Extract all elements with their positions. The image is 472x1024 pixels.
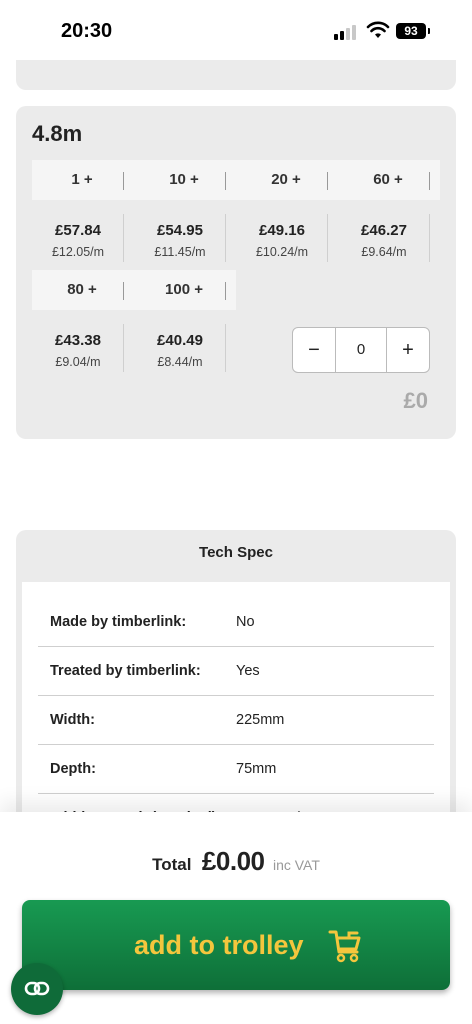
- tier-separator: [225, 172, 226, 190]
- link-icon: [24, 981, 50, 996]
- price-cell: £46.27 £9.64/m: [338, 222, 430, 260]
- price-cell: £54.95 £11.45/m: [134, 222, 226, 260]
- tech-spec-section: Tech Spec Made by timberlink: No Treated…: [16, 530, 456, 843]
- add-to-trolley-label: add to trolley: [134, 930, 304, 960]
- status-time: 20:30: [61, 20, 113, 42]
- tech-spec-table: Made by timberlink: No Treated by timber…: [22, 582, 450, 843]
- tier-price: £49.16: [259, 222, 305, 239]
- spec-key: Depth:: [50, 761, 96, 777]
- tier-price: £46.27: [361, 222, 407, 239]
- price-divider: [225, 324, 226, 372]
- spec-row: Treated by timberlink: Yes: [38, 647, 434, 696]
- tier-label: 60 +: [373, 171, 403, 188]
- add-to-trolley-button[interactable]: add to trolley: [22, 900, 450, 990]
- trolley-icon: [328, 930, 361, 963]
- spec-row: Depth: 75mm: [38, 745, 434, 794]
- price-card: 4.8m 1 + 10 + 20 + 60 + £57.84 £12.05/m …: [16, 106, 456, 439]
- tier-separator: [327, 172, 328, 190]
- length-title: 4.8m: [32, 121, 83, 146]
- total-vat-note: inc VAT: [272, 857, 320, 873]
- tier-separator: [225, 282, 226, 300]
- price-per-metre: £11.45/m: [154, 245, 206, 259]
- spec-key: Width:: [50, 712, 95, 728]
- price-per-metre: £9.64/m: [361, 245, 407, 259]
- price-divider: [225, 214, 226, 262]
- tech-spec-heading[interactable]: Tech Spec: [16, 544, 456, 561]
- price-cell: £40.49 £8.44/m: [134, 332, 226, 370]
- tier-label: 10 +: [169, 171, 199, 188]
- battery-indicator: 93: [396, 23, 430, 39]
- line-total: £0: [403, 388, 428, 413]
- checkout-bar: Total £0.00 inc VAT add to trolley: [0, 812, 472, 1024]
- tier-label: 80 +: [67, 281, 97, 298]
- spec-value: 75mm: [236, 761, 277, 777]
- spec-value: No: [236, 614, 255, 630]
- order-total: Total £0.00 inc VAT: [0, 846, 472, 877]
- price-divider: [123, 214, 124, 262]
- spec-key: Made by timberlink:: [50, 614, 187, 630]
- chat-link-button[interactable]: [11, 963, 63, 1015]
- price-per-metre: £12.05/m: [51, 245, 105, 259]
- tier-price: £43.38: [55, 332, 101, 349]
- total-label: Total: [152, 855, 192, 874]
- spec-row: Width: 225mm: [38, 696, 434, 745]
- tier-price: £57.84: [55, 222, 101, 239]
- tier-label: 1 +: [71, 171, 93, 188]
- spec-value: Yes: [236, 663, 260, 679]
- price-per-metre: £10.24/m: [255, 245, 309, 259]
- quantity-stepper[interactable]: − +: [292, 327, 430, 373]
- spec-key: Treated by timberlink:: [50, 663, 201, 679]
- price-cell: £43.38 £9.04/m: [32, 332, 124, 370]
- previous-price-card: [16, 60, 456, 90]
- tier-label: 100 +: [165, 281, 203, 298]
- price-divider: [123, 324, 124, 372]
- increase-quantity-button[interactable]: +: [386, 328, 429, 372]
- tier-price: £54.95: [157, 222, 203, 239]
- price-per-metre: £9.04/m: [55, 355, 101, 369]
- tier-label: 20 +: [271, 171, 301, 188]
- tier-header-row: 1 + 10 + 20 + 60 +: [32, 160, 440, 200]
- total-value: £0.00: [201, 846, 265, 876]
- tier-separator: [123, 282, 124, 300]
- quantity-input[interactable]: [336, 328, 386, 372]
- decrease-quantity-button[interactable]: −: [293, 328, 336, 372]
- spec-row: Made by timberlink: No: [38, 598, 434, 647]
- price-per-metre: £8.44/m: [157, 355, 203, 369]
- tier-header-row: 80 + 100 +: [32, 270, 236, 310]
- tier-separator: [123, 172, 124, 190]
- cellular-signal-icon: [334, 24, 362, 40]
- spec-value: 225mm: [236, 712, 285, 728]
- price-cell: £57.84 £12.05/m: [32, 222, 124, 260]
- status-bar: 20:30 93: [0, 0, 472, 60]
- price-divider: [429, 214, 430, 262]
- price-cell: £49.16 £10.24/m: [236, 222, 328, 260]
- tier-price: £40.49: [157, 332, 203, 349]
- price-divider: [327, 214, 328, 262]
- tier-separator: [429, 172, 430, 190]
- wifi-icon: [366, 21, 390, 38]
